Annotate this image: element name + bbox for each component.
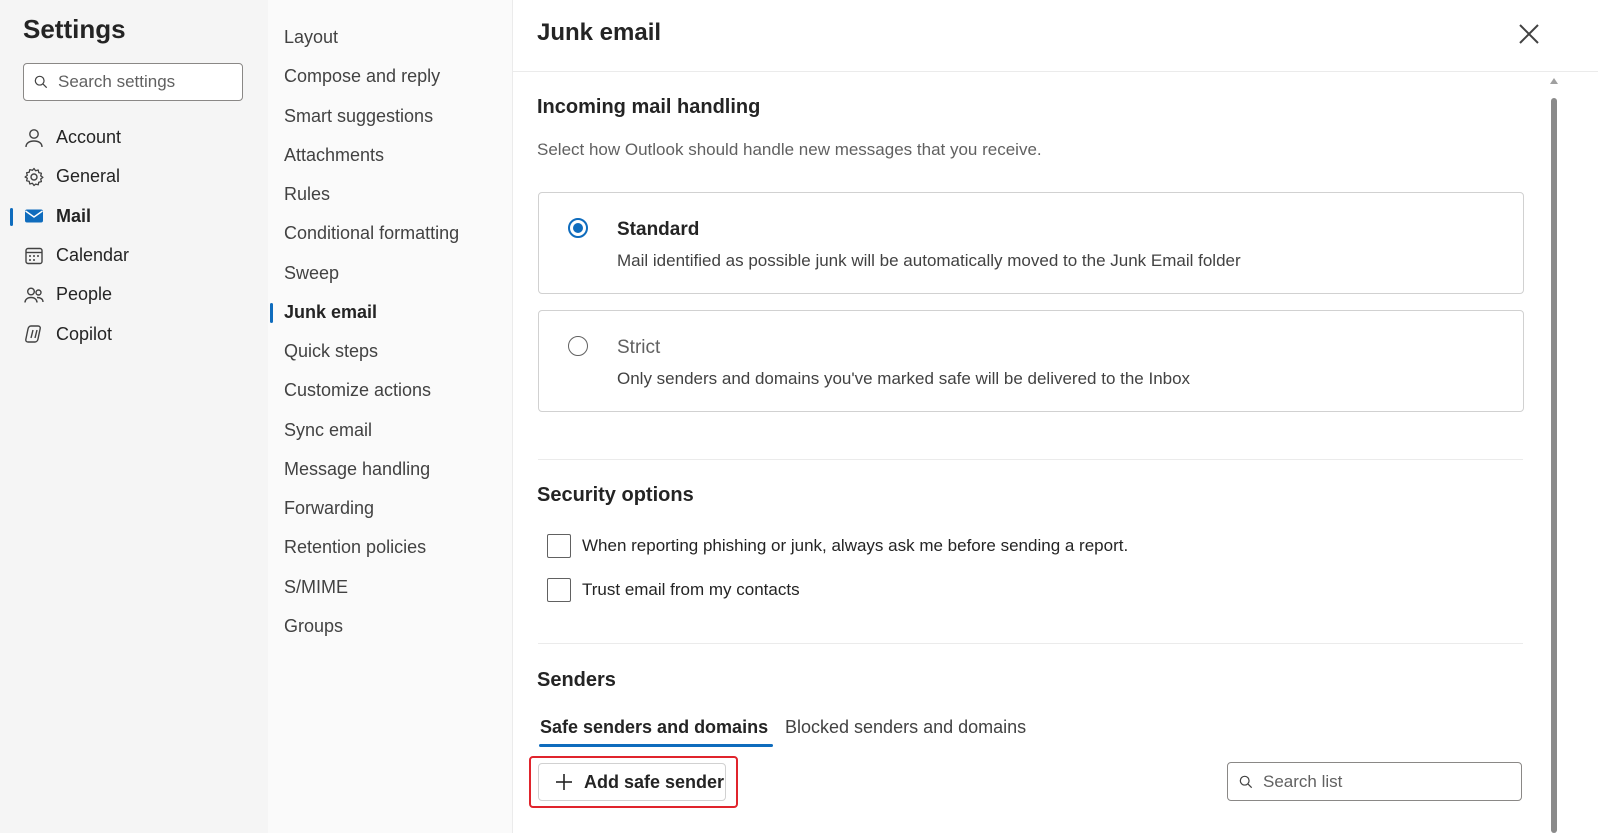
- nav-item-label: Calendar: [56, 245, 130, 266]
- submenu-item-rules[interactable]: Rules: [268, 175, 513, 214]
- search-icon: [34, 75, 48, 89]
- mail-settings-submenu: Layout Compose and reply Smart suggestio…: [268, 0, 513, 833]
- submenu-item-smart-suggestions[interactable]: Smart suggestions: [268, 97, 513, 136]
- copilot-icon: [23, 323, 45, 345]
- search-icon: [1239, 775, 1253, 788]
- report-confirm-option[interactable]: When reporting phishing or junk, always …: [547, 534, 1128, 558]
- gear-icon: [23, 166, 45, 188]
- option-standard[interactable]: Standard Mail identified as possible jun…: [538, 192, 1524, 294]
- settings-category-list: Account General Mail Calendar People Cop…: [0, 118, 268, 354]
- nav-item-label: Mail: [56, 205, 92, 226]
- option-description: Only senders and domains you've marked s…: [617, 369, 1191, 388]
- page-title: Junk email: [537, 19, 662, 46]
- people-icon: [23, 284, 45, 306]
- junk-email-panel: Junk email Incoming mail handling Select…: [513, 0, 1598, 833]
- close-button[interactable]: [1515, 20, 1543, 48]
- nav-item-account[interactable]: Account: [0, 118, 268, 157]
- trust-contacts-checkbox[interactable]: [547, 578, 571, 602]
- section-divider: [538, 643, 1523, 644]
- settings-nav: Settings Account General Mail: [0, 0, 268, 833]
- option-description: Mail identified as possible junk will be…: [617, 251, 1241, 270]
- security-options-heading: Security options: [537, 484, 694, 506]
- submenu-item-layout[interactable]: Layout: [268, 18, 513, 57]
- report-confirm-checkbox[interactable]: [547, 534, 571, 558]
- checkbox-label: When reporting phishing or junk, always …: [582, 536, 1129, 555]
- strict-radio[interactable]: [568, 336, 588, 356]
- nav-item-calendar[interactable]: Calendar: [0, 236, 268, 275]
- submenu-item-conditional-formatting[interactable]: Conditional formatting: [268, 214, 513, 253]
- standard-radio[interactable]: [568, 218, 588, 238]
- submenu-item-smime[interactable]: S/MIME: [268, 568, 513, 607]
- nav-item-people[interactable]: People: [0, 275, 268, 314]
- submenu-item-message-handling[interactable]: Message handling: [268, 450, 513, 489]
- submenu-item-junk-email[interactable]: Junk email: [268, 293, 513, 332]
- search-list-input[interactable]: [1263, 771, 1503, 792]
- scroll-up-arrow-icon[interactable]: [1550, 78, 1558, 84]
- nav-item-general[interactable]: General: [0, 157, 268, 196]
- submenu-item-customize-actions[interactable]: Customize actions: [268, 371, 513, 410]
- checkbox-label: Trust email from my contacts: [582, 580, 800, 599]
- submenu-item-retention-policies[interactable]: Retention policies: [268, 528, 513, 567]
- submenu-list: Layout Compose and reply Smart suggestio…: [268, 18, 513, 646]
- search-settings-input[interactable]: [58, 72, 228, 92]
- calendar-icon: [23, 245, 45, 267]
- person-icon: [23, 127, 45, 149]
- submenu-item-sync-email[interactable]: Sync email: [268, 411, 513, 450]
- nav-item-label: Account: [56, 127, 122, 148]
- add-safe-sender-label: Add safe sender: [584, 771, 725, 792]
- submenu-item-compose-and-reply[interactable]: Compose and reply: [268, 57, 513, 96]
- submenu-item-sweep[interactable]: Sweep: [268, 254, 513, 293]
- search-settings-box[interactable]: [23, 63, 243, 101]
- nav-item-label: Copilot: [56, 323, 113, 344]
- nav-item-label: General: [56, 166, 121, 187]
- scrollbar-thumb[interactable]: [1551, 98, 1557, 833]
- plus-icon: [556, 774, 572, 790]
- tab-safe-senders[interactable]: Safe senders and domains: [538, 717, 774, 747]
- close-icon: [1519, 24, 1539, 44]
- nav-item-mail[interactable]: Mail: [0, 197, 268, 236]
- trust-contacts-option[interactable]: Trust email from my contacts: [547, 578, 800, 602]
- panel-header: Junk email: [513, 0, 1598, 72]
- section-divider: [538, 459, 1523, 460]
- option-strict[interactable]: Strict Only senders and domains you've m…: [538, 310, 1524, 412]
- panel-scrollbar[interactable]: [1549, 78, 1559, 833]
- nav-item-copilot[interactable]: Copilot: [0, 314, 268, 353]
- nav-item-label: People: [56, 284, 113, 305]
- incoming-mail-description: Select how Outlook should handle new mes…: [537, 140, 1042, 159]
- settings-title: Settings: [23, 14, 126, 44]
- search-list-box[interactable]: [1227, 762, 1522, 801]
- submenu-item-groups[interactable]: Groups: [268, 607, 513, 646]
- add-safe-sender-button[interactable]: Add safe sender: [538, 763, 726, 801]
- mail-icon: [23, 205, 45, 227]
- submenu-item-quick-steps[interactable]: Quick steps: [268, 332, 513, 371]
- submenu-item-attachments[interactable]: Attachments: [268, 136, 513, 175]
- submenu-item-forwarding[interactable]: Forwarding: [268, 489, 513, 528]
- option-title: Standard: [617, 219, 700, 240]
- incoming-mail-heading: Incoming mail handling: [537, 96, 761, 118]
- tab-blocked-senders[interactable]: Blocked senders and domains: [785, 717, 1026, 747]
- option-title: Strict: [617, 337, 661, 358]
- senders-heading: Senders: [537, 669, 616, 691]
